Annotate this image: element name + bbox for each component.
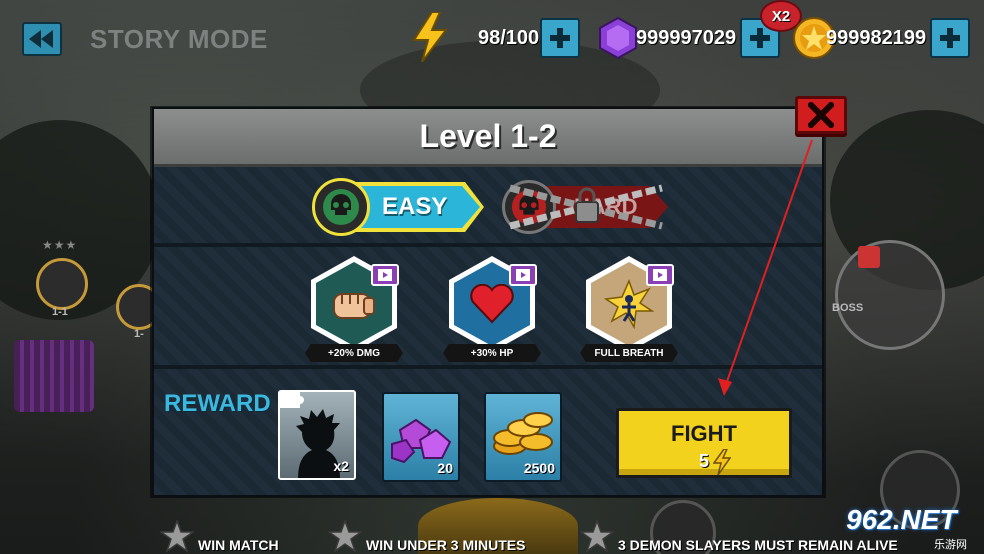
- chest-icon[interactable]: [14, 340, 94, 412]
- map-node-label: 1-: [134, 328, 144, 340]
- add-coins-button[interactable]: [930, 18, 970, 58]
- fist-icon: [333, 293, 375, 319]
- map-node-label: 1-1: [52, 306, 68, 318]
- difficulty-hard-button-locked[interactable]: HARD: [502, 180, 670, 234]
- watch-ad-icon: [509, 264, 537, 286]
- reward-label: REWARD: [164, 390, 271, 417]
- back-button[interactable]: [22, 22, 62, 56]
- plus-icon: [550, 28, 570, 48]
- fight-label: FIGHT: [671, 421, 737, 446]
- boost-hp[interactable]: +30% HP: [443, 256, 543, 366]
- map-node-1-1[interactable]: [36, 258, 88, 310]
- reward-coins[interactable]: 2500: [484, 392, 562, 482]
- star-icon: [328, 520, 362, 553]
- reward-character[interactable]: x2: [278, 390, 356, 480]
- lightning-icon: [412, 12, 448, 62]
- dialog-header: Level 1-2: [154, 109, 822, 167]
- objective-text: WIN UNDER 3 MINUTES: [366, 537, 526, 553]
- gems-value: 999997029: [636, 27, 737, 49]
- coins-value: 999982199: [826, 27, 927, 49]
- rewind-icon: [29, 30, 53, 48]
- reward-quantity: 2500: [523, 460, 555, 476]
- burst-figure-icon: [604, 279, 654, 329]
- fight-button[interactable]: FIGHT 5: [616, 408, 792, 478]
- heart-icon: [470, 284, 514, 324]
- chain-lock-icon: [509, 184, 663, 230]
- node-stars: ★★★: [42, 238, 78, 252]
- boost-label: +30% HP: [443, 344, 541, 362]
- watch-ad-icon: [371, 264, 399, 286]
- plus-icon: [750, 28, 770, 48]
- watermark-logo: 962.NET: [846, 504, 957, 535]
- screen-title: STORY MODE: [90, 24, 268, 54]
- reward-quantity: 20: [437, 460, 453, 476]
- star-icon: [160, 520, 194, 553]
- lightning-icon: [713, 449, 731, 475]
- reward-gems[interactable]: 20: [382, 392, 460, 482]
- boss-label: BOSS: [832, 302, 864, 314]
- energy-value: 98/100: [478, 27, 540, 49]
- gem-icon: [599, 17, 637, 59]
- watch-ad-icon: [646, 264, 674, 286]
- close-icon: [808, 102, 834, 128]
- boss-node[interactable]: [835, 240, 945, 350]
- difficulty-easy-button[interactable]: EASY: [312, 178, 484, 236]
- add-energy-button[interactable]: [540, 18, 580, 58]
- objective-text: WIN MATCH: [198, 537, 279, 553]
- star-icon: [580, 520, 614, 553]
- objective-1: WIN MATCH: [160, 520, 279, 554]
- difficulty-label: EASY: [382, 193, 448, 220]
- boost-full-breath[interactable]: FULL BREATH: [580, 256, 680, 366]
- reward-quantity: x2: [333, 458, 349, 474]
- dialog-title: Level 1-2: [419, 118, 557, 154]
- site-watermark: 962.NET 乐游网: [838, 502, 984, 554]
- boost-label: +20% DMG: [305, 344, 403, 362]
- boost-label: FULL BREATH: [580, 344, 678, 362]
- divider: [154, 243, 822, 247]
- objective-2: WIN UNDER 3 MINUTES: [328, 520, 526, 554]
- close-button[interactable]: [795, 96, 847, 134]
- fight-energy-cost: 5: [699, 451, 710, 471]
- gift-icon: [858, 246, 880, 268]
- boost-damage[interactable]: +20% DMG: [305, 256, 405, 366]
- green-skull-icon: [312, 178, 370, 236]
- watermark-subtitle: 乐游网: [934, 539, 967, 551]
- plus-icon: [940, 28, 960, 48]
